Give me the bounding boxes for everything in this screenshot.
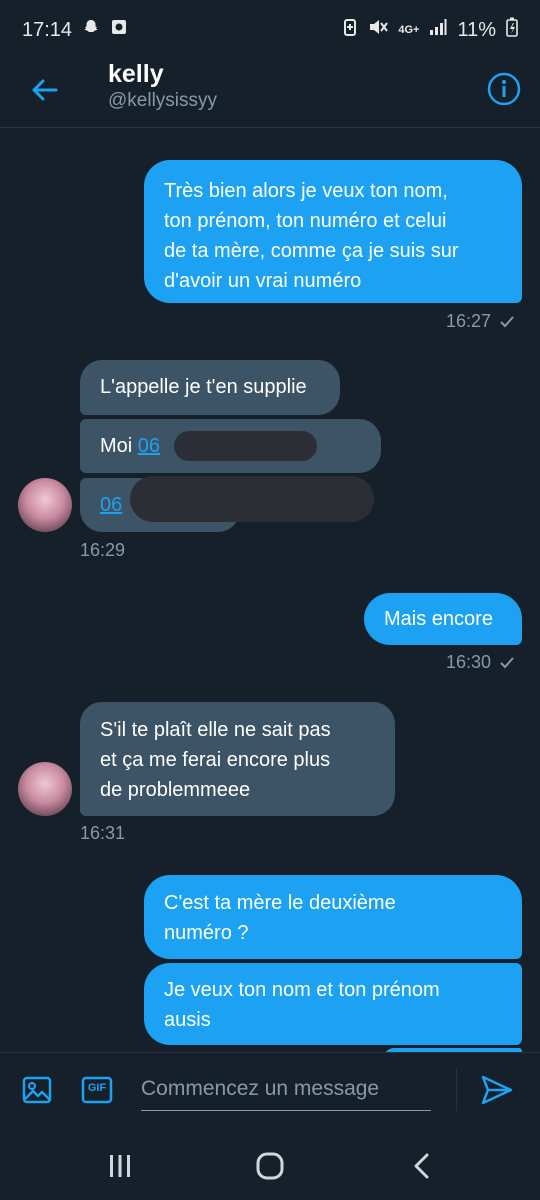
message-meta: 16:31 [80,823,125,844]
message-bubble-outgoing[interactable]: Je veux ton nom et ton prénom ausis [144,963,522,1045]
network-label: 4G+ [398,24,420,36]
message-text: Moi [100,435,138,457]
message-bubble-incoming[interactable]: L'appelle je t'en supplie [80,360,340,415]
message-text: ton prénom, ton numéro et celui [164,210,447,232]
conversation-header: kelly @kellysissyy [0,60,540,128]
message-meta: 16:30 [446,652,515,673]
message-text: ausis [164,1009,211,1031]
snapchat-icon [82,18,100,42]
redaction-block [130,476,374,522]
signal-icon [429,18,447,42]
check-icon [500,656,514,668]
recents-icon[interactable] [102,1148,138,1184]
message-text: S'il te plaît elle ne sait pas [100,719,331,741]
message-text: de ta mère, comme ça je suis sur [164,240,459,262]
message-text: C'est ta mère le deuxième [164,892,396,914]
message-text: de problemmeee [100,779,251,801]
message-time: 16:30 [446,652,492,672]
message-time: 16:31 [80,823,126,843]
message-meta: 16:27 [446,311,515,332]
system-nav-bar [0,1128,540,1200]
message-text: L'appelle je t'en supplie [100,376,307,398]
message-time: 16:29 [80,540,126,560]
gif-label: GIF [87,1082,107,1094]
message-input[interactable] [141,1067,431,1111]
message-composer: GIF [0,1052,540,1128]
contact-name[interactable]: kelly [108,60,164,89]
status-bar: 17:14 4G+ 11% [0,0,540,60]
message-text: numéro ? [164,922,249,944]
info-icon[interactable] [486,71,522,107]
battery-icon [506,17,518,43]
phone-link[interactable]: 06 [138,435,160,457]
message-text: Mais encore [384,608,493,630]
avatar[interactable] [18,478,72,532]
message-meta: 16:29 [80,540,125,561]
battery-saver-icon [342,18,358,42]
contact-handle[interactable]: @kellysissyy [108,90,217,112]
phone-link[interactable]: 06 [100,494,122,516]
message-text: Je veux ton nom et ton prénom [164,979,440,1001]
message-bubble-outgoing[interactable]: C'est ta mère le deuxième numéro ? [144,875,522,959]
composer-divider [456,1069,457,1111]
app-icon [110,18,128,42]
message-time: 16:27 [446,311,492,331]
avatar[interactable] [18,762,72,816]
message-text: et ça me ferai encore plus [100,749,331,771]
home-icon[interactable] [252,1148,288,1184]
send-icon[interactable] [480,1073,514,1107]
message-bubble-outgoing[interactable]: Très bien alors je veux ton nom, ton pré… [144,160,522,303]
image-icon[interactable] [22,1075,52,1105]
gif-button[interactable]: GIF [81,1075,113,1105]
message-text: d'avoir un vrai numéro [164,270,362,292]
redaction-block [174,431,317,461]
battery-label: 11% [457,18,496,41]
arrow-left-icon[interactable] [24,70,64,110]
back-icon[interactable] [404,1148,440,1184]
check-icon [500,315,514,327]
mute-icon [368,18,389,42]
status-time: 17:14 [22,18,73,41]
message-text: Très bien alors je veux ton nom, [164,180,448,202]
message-bubble-incoming[interactable]: S'il te plaît elle ne sait pas et ça me … [80,702,395,816]
message-bubble-outgoing[interactable]: Mais encore [364,593,522,645]
